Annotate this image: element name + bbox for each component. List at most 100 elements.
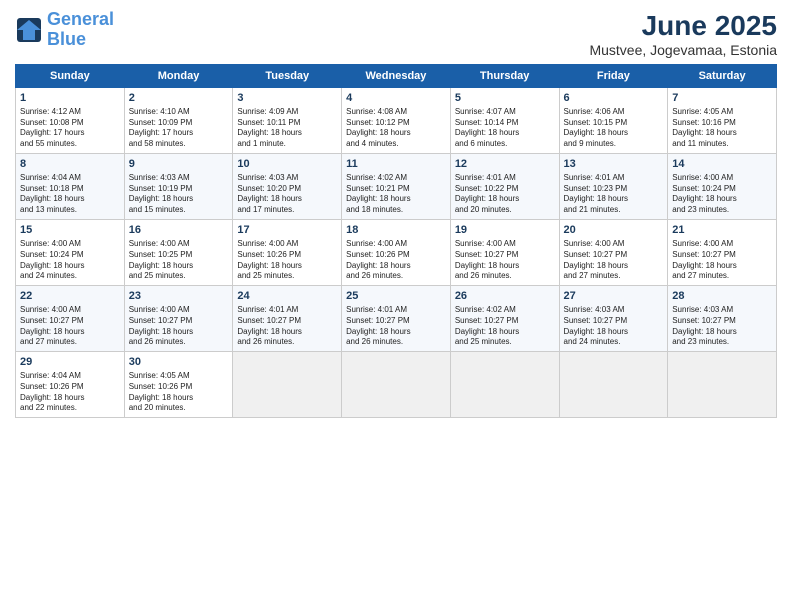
cell-info: Daylight: 17 hours bbox=[129, 128, 229, 139]
calendar-cell: 2Sunrise: 4:10 AMSunset: 10:09 PMDayligh… bbox=[124, 88, 233, 154]
cell-info: Daylight: 18 hours bbox=[455, 261, 555, 272]
cell-info: Daylight: 18 hours bbox=[564, 327, 664, 338]
day-number: 15 bbox=[20, 223, 120, 238]
calendar-cell: 11Sunrise: 4:02 AMSunset: 10:21 PMDaylig… bbox=[342, 154, 451, 220]
cell-info: Daylight: 18 hours bbox=[672, 194, 772, 205]
cell-info: Daylight: 17 hours bbox=[20, 128, 120, 139]
calendar-row: 29Sunrise: 4:04 AMSunset: 10:26 PMDaylig… bbox=[16, 352, 777, 418]
cell-info: and 26 minutes. bbox=[346, 271, 446, 282]
calendar-cell: 8Sunrise: 4:04 AMSunset: 10:18 PMDayligh… bbox=[16, 154, 125, 220]
calendar-cell: 4Sunrise: 4:08 AMSunset: 10:12 PMDayligh… bbox=[342, 88, 451, 154]
cell-info: and 55 minutes. bbox=[20, 139, 120, 150]
cell-info: and 18 minutes. bbox=[346, 205, 446, 216]
cell-info: and 25 minutes. bbox=[455, 337, 555, 348]
cell-info: Daylight: 18 hours bbox=[20, 327, 120, 338]
cell-info: and 21 minutes. bbox=[564, 205, 664, 216]
cell-info: Sunset: 10:27 PM bbox=[672, 316, 772, 327]
calendar-header-row: Sunday Monday Tuesday Wednesday Thursday… bbox=[16, 65, 777, 88]
calendar-cell bbox=[342, 352, 451, 418]
day-number: 28 bbox=[672, 289, 772, 304]
day-number: 26 bbox=[455, 289, 555, 304]
cell-info: Sunrise: 4:01 AM bbox=[346, 305, 446, 316]
cell-info: and 25 minutes. bbox=[237, 271, 337, 282]
cell-info: and 26 minutes. bbox=[455, 271, 555, 282]
cell-info: Daylight: 18 hours bbox=[672, 261, 772, 272]
cell-info: and 1 minute. bbox=[237, 139, 337, 150]
cell-info: Sunrise: 4:00 AM bbox=[455, 239, 555, 250]
cell-info: Sunrise: 4:05 AM bbox=[672, 107, 772, 118]
cell-info: and 23 minutes. bbox=[672, 337, 772, 348]
calendar-cell: 28Sunrise: 4:03 AMSunset: 10:27 PMDaylig… bbox=[668, 286, 777, 352]
cell-info: Daylight: 18 hours bbox=[129, 327, 229, 338]
cell-info: Sunrise: 4:01 AM bbox=[237, 305, 337, 316]
cell-info: Sunrise: 4:02 AM bbox=[455, 305, 555, 316]
cell-info: Sunrise: 4:05 AM bbox=[129, 371, 229, 382]
calendar-cell: 24Sunrise: 4:01 AMSunset: 10:27 PMDaylig… bbox=[233, 286, 342, 352]
calendar-cell bbox=[233, 352, 342, 418]
cell-info: Sunset: 10:26 PM bbox=[237, 250, 337, 261]
cell-info: Daylight: 18 hours bbox=[237, 261, 337, 272]
cell-info: Daylight: 18 hours bbox=[455, 327, 555, 338]
cell-info: and 25 minutes. bbox=[129, 271, 229, 282]
cell-info: Sunset: 10:20 PM bbox=[237, 184, 337, 195]
day-number: 9 bbox=[129, 157, 229, 172]
title-block: June 2025 Mustvee, Jogevamaa, Estonia bbox=[589, 10, 777, 58]
logo-line1: General bbox=[47, 9, 114, 29]
cell-info: Sunrise: 4:00 AM bbox=[20, 239, 120, 250]
cell-info: and 23 minutes. bbox=[672, 205, 772, 216]
day-number: 12 bbox=[455, 157, 555, 172]
calendar-cell: 18Sunrise: 4:00 AMSunset: 10:26 PMDaylig… bbox=[342, 220, 451, 286]
cell-info: Sunset: 10:21 PM bbox=[346, 184, 446, 195]
day-number: 6 bbox=[564, 91, 664, 106]
calendar-cell: 21Sunrise: 4:00 AMSunset: 10:27 PMDaylig… bbox=[668, 220, 777, 286]
cell-info: and 6 minutes. bbox=[455, 139, 555, 150]
cell-info: Daylight: 18 hours bbox=[564, 194, 664, 205]
calendar-cell: 6Sunrise: 4:06 AMSunset: 10:15 PMDayligh… bbox=[559, 88, 668, 154]
calendar-cell: 17Sunrise: 4:00 AMSunset: 10:26 PMDaylig… bbox=[233, 220, 342, 286]
calendar-row: 8Sunrise: 4:04 AMSunset: 10:18 PMDayligh… bbox=[16, 154, 777, 220]
cell-info: Sunset: 10:18 PM bbox=[20, 184, 120, 195]
cell-info: and 13 minutes. bbox=[20, 205, 120, 216]
cell-info: Daylight: 18 hours bbox=[20, 261, 120, 272]
col-wednesday: Wednesday bbox=[342, 65, 451, 88]
cell-info: Sunset: 10:27 PM bbox=[20, 316, 120, 327]
cell-info: Sunrise: 4:09 AM bbox=[237, 107, 337, 118]
cell-info: Sunset: 10:11 PM bbox=[237, 118, 337, 129]
cell-info: Sunrise: 4:03 AM bbox=[237, 173, 337, 184]
cell-info: and 24 minutes. bbox=[20, 271, 120, 282]
cell-info: Sunset: 10:15 PM bbox=[564, 118, 664, 129]
day-number: 30 bbox=[129, 355, 229, 370]
cell-info: and 27 minutes. bbox=[672, 271, 772, 282]
cell-info: Daylight: 18 hours bbox=[20, 194, 120, 205]
day-number: 24 bbox=[237, 289, 337, 304]
calendar-cell: 20Sunrise: 4:00 AMSunset: 10:27 PMDaylig… bbox=[559, 220, 668, 286]
cell-info: Sunrise: 4:01 AM bbox=[564, 173, 664, 184]
calendar-table: Sunday Monday Tuesday Wednesday Thursday… bbox=[15, 64, 777, 418]
cell-info: and 26 minutes. bbox=[129, 337, 229, 348]
calendar-row: 15Sunrise: 4:00 AMSunset: 10:24 PMDaylig… bbox=[16, 220, 777, 286]
calendar-cell: 29Sunrise: 4:04 AMSunset: 10:26 PMDaylig… bbox=[16, 352, 125, 418]
cell-info: and 20 minutes. bbox=[455, 205, 555, 216]
cell-info: Daylight: 18 hours bbox=[346, 327, 446, 338]
calendar-cell: 13Sunrise: 4:01 AMSunset: 10:23 PMDaylig… bbox=[559, 154, 668, 220]
calendar-row: 22Sunrise: 4:00 AMSunset: 10:27 PMDaylig… bbox=[16, 286, 777, 352]
cell-info: and 22 minutes. bbox=[20, 403, 120, 414]
cell-info: and 27 minutes. bbox=[564, 271, 664, 282]
day-number: 22 bbox=[20, 289, 120, 304]
calendar-cell bbox=[668, 352, 777, 418]
calendar-cell: 27Sunrise: 4:03 AMSunset: 10:27 PMDaylig… bbox=[559, 286, 668, 352]
cell-info: Sunrise: 4:01 AM bbox=[455, 173, 555, 184]
cell-info: Sunset: 10:27 PM bbox=[346, 316, 446, 327]
cell-info: Sunrise: 4:00 AM bbox=[672, 239, 772, 250]
calendar-subtitle: Mustvee, Jogevamaa, Estonia bbox=[589, 42, 777, 58]
day-number: 25 bbox=[346, 289, 446, 304]
calendar-cell: 23Sunrise: 4:00 AMSunset: 10:27 PMDaylig… bbox=[124, 286, 233, 352]
cell-info: Sunrise: 4:08 AM bbox=[346, 107, 446, 118]
cell-info: and 26 minutes. bbox=[237, 337, 337, 348]
cell-info: Sunset: 10:26 PM bbox=[20, 382, 120, 393]
cell-info: Sunset: 10:27 PM bbox=[672, 250, 772, 261]
logo: General Blue bbox=[15, 10, 114, 50]
cell-info: Sunrise: 4:00 AM bbox=[346, 239, 446, 250]
calendar-title: June 2025 bbox=[589, 10, 777, 42]
cell-info: Sunrise: 4:03 AM bbox=[672, 305, 772, 316]
